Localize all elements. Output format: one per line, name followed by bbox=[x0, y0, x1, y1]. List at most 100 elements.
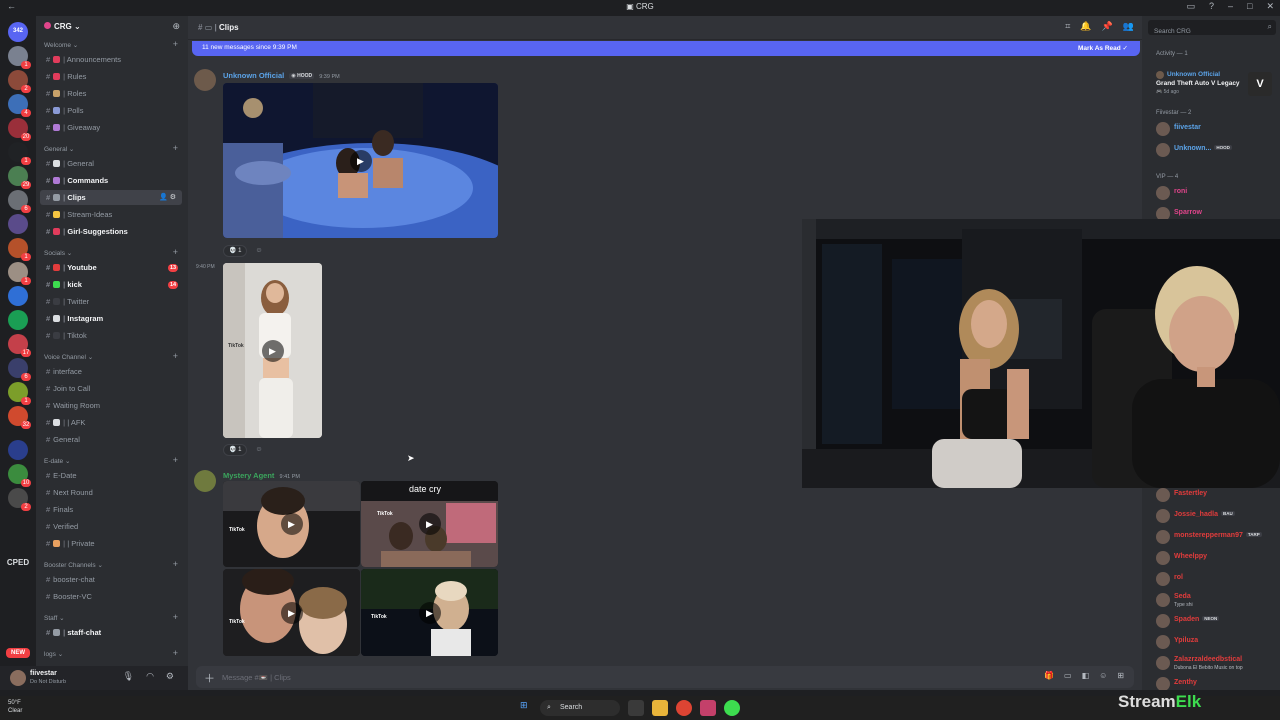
create-channel-icon[interactable]: + bbox=[173, 39, 178, 49]
play-icon[interactable]: ▶ bbox=[261, 339, 284, 362]
member-item[interactable]: fiivestar bbox=[1152, 120, 1276, 138]
video-attachment[interactable]: ▶ bbox=[223, 83, 498, 238]
member-item[interactable]: Zenthy bbox=[1152, 675, 1276, 690]
message-input[interactable] bbox=[222, 671, 982, 683]
avatar[interactable] bbox=[10, 670, 26, 686]
server-icon[interactable]: 1 bbox=[8, 46, 31, 69]
play-icon[interactable]: ▶ bbox=[418, 601, 441, 624]
member-item[interactable]: Unknown... HOOD bbox=[1152, 141, 1276, 159]
create-channel-icon[interactable]: + bbox=[173, 559, 178, 569]
server-icon[interactable] bbox=[8, 214, 28, 234]
server-icon[interactable]: 2 bbox=[8, 488, 31, 511]
close-icon[interactable]: ✕ bbox=[1266, 1, 1274, 12]
member-item[interactable]: Jossie_hadla BAU bbox=[1152, 507, 1276, 525]
channel-item[interactable]: # | Roles bbox=[40, 86, 182, 101]
settings-gear-icon[interactable]: ⚙ bbox=[170, 194, 176, 201]
server-icon[interactable] bbox=[8, 310, 28, 330]
emoji-icon[interactable]: ☺ bbox=[1099, 671, 1107, 680]
pin-icon[interactable]: 📌 bbox=[1102, 21, 1113, 32]
channel-item[interactable]: # | Announcements bbox=[40, 52, 182, 67]
channel-category[interactable]: Booster Channels ⌄ bbox=[44, 561, 103, 569]
channel-item[interactable]: # booster-chat bbox=[40, 572, 182, 587]
help-icon[interactable]: ? bbox=[1209, 1, 1214, 12]
create-channel-icon[interactable]: + bbox=[173, 612, 178, 622]
sticker-icon[interactable]: ◧ bbox=[1082, 671, 1090, 680]
server-icon[interactable]: 342 bbox=[8, 22, 28, 42]
reaction-skull[interactable]: 💀 1 bbox=[223, 245, 248, 257]
app-icon[interactable] bbox=[700, 700, 716, 716]
member-item[interactable]: Seda Type shi bbox=[1152, 591, 1276, 609]
video-attachment[interactable]: date cry TikTok ▶ bbox=[361, 481, 498, 567]
search-icon[interactable]: ⌕ bbox=[1268, 22, 1272, 32]
channel-item[interactable]: # | Youtube 13 bbox=[40, 260, 182, 275]
threads-icon[interactable]: ⌗ bbox=[1065, 21, 1070, 32]
channel-item[interactable]: # | | AFK bbox=[40, 415, 182, 430]
message-author[interactable]: Unknown Official bbox=[223, 71, 284, 80]
task-view-icon[interactable] bbox=[628, 700, 644, 716]
add-reaction-icon[interactable]: ☺ bbox=[253, 444, 265, 456]
member-item[interactable]: Zalazrzaldeedbstical Dubona El Bebito Mus… bbox=[1152, 654, 1276, 672]
inbox-icon[interactable]: ▭ bbox=[1186, 1, 1195, 12]
server-icon[interactable]: 1 bbox=[8, 142, 31, 165]
channel-item[interactable]: # | Polls bbox=[40, 103, 182, 118]
member-item[interactable]: rol bbox=[1152, 570, 1276, 588]
gift-icon[interactable]: 🎁 bbox=[1044, 671, 1054, 680]
notification-bell-icon[interactable]: 🔔 bbox=[1080, 21, 1091, 32]
channel-item[interactable]: # | Rules bbox=[40, 69, 182, 84]
channel-item[interactable]: # interface bbox=[40, 364, 182, 379]
gif-icon[interactable]: ▭ bbox=[1064, 671, 1072, 680]
member-item[interactable]: Spaden NEON bbox=[1152, 612, 1276, 630]
add-attachment-icon[interactable]: ＋ bbox=[204, 670, 215, 686]
invite-icon[interactable]: 👤 bbox=[159, 194, 170, 201]
channel-item[interactable]: # | Commands bbox=[40, 173, 182, 188]
channel-item[interactable]: # Verified bbox=[40, 519, 182, 534]
channel-item[interactable]: # Next Round bbox=[40, 485, 182, 500]
server-icon[interactable]: 1 bbox=[8, 238, 31, 261]
member-item[interactable]: monsterepperman97 TARP bbox=[1152, 528, 1276, 546]
channel-item[interactable]: # General bbox=[40, 432, 182, 447]
channel-item[interactable]: # Waiting Room bbox=[40, 398, 182, 413]
chrome-icon[interactable] bbox=[676, 700, 692, 716]
server-icon[interactable]: 17 bbox=[8, 334, 31, 357]
channel-category[interactable]: logs ⌄ bbox=[44, 650, 63, 658]
server-icon[interactable] bbox=[8, 286, 28, 306]
channel-item[interactable]: # | Giveaway bbox=[40, 120, 182, 135]
create-channel-icon[interactable]: + bbox=[173, 648, 178, 658]
channel-category[interactable]: Staff ⌄ bbox=[44, 614, 65, 622]
minimize-icon[interactable]: – bbox=[1228, 1, 1233, 12]
server-icon[interactable]: 4 bbox=[8, 94, 31, 117]
channel-item[interactable]: # | Stream-Ideas bbox=[40, 207, 182, 222]
channel-category[interactable]: E-date ⌄ bbox=[44, 457, 70, 465]
add-member-icon[interactable]: ⊕ bbox=[172, 21, 180, 32]
play-icon[interactable]: ▶ bbox=[280, 513, 303, 535]
file-explorer-icon[interactable] bbox=[652, 700, 668, 716]
channel-item[interactable]: # | Clips 👤 ⚙ bbox=[40, 190, 182, 205]
windows-start-icon[interactable]: ⊞ bbox=[520, 700, 528, 711]
channel-item[interactable]: # | Twitter bbox=[40, 294, 182, 309]
channel-item[interactable]: # Booster-VC bbox=[40, 589, 182, 604]
channel-item[interactable]: # Finals bbox=[40, 502, 182, 517]
avatar[interactable] bbox=[194, 69, 216, 91]
server-icon[interactable]: 1 bbox=[8, 382, 31, 405]
create-channel-icon[interactable]: + bbox=[173, 351, 178, 361]
server-icon[interactable]: 20 bbox=[8, 118, 31, 141]
channel-category[interactable]: Socials ⌄ bbox=[44, 249, 72, 257]
reaction-skull[interactable]: 💀 1 bbox=[223, 444, 248, 456]
channel-item[interactable]: # E-Date bbox=[40, 468, 182, 483]
server-icon[interactable]: 1 bbox=[8, 262, 31, 285]
server-icon[interactable]: 2 bbox=[8, 70, 31, 93]
member-item[interactable]: Fastertley bbox=[1152, 486, 1276, 504]
headphones-icon[interactable]: ◠ bbox=[146, 671, 154, 682]
mark-as-read-button[interactable]: Mark As Read ✓ bbox=[1078, 44, 1128, 52]
server-icon[interactable]: 29 bbox=[8, 166, 31, 189]
channel-category[interactable]: Voice Channel ⌄ bbox=[44, 353, 93, 361]
channel-item[interactable]: # | staff-chat bbox=[40, 625, 182, 640]
microphone-icon[interactable]: 🎙 bbox=[123, 671, 134, 682]
channel-item[interactable]: # | kick 14 bbox=[40, 277, 182, 292]
create-channel-icon[interactable]: + bbox=[173, 455, 178, 465]
video-attachment[interactable]: TikTok ▶ bbox=[223, 263, 322, 438]
play-icon[interactable]: ▶ bbox=[418, 513, 441, 535]
message-author[interactable]: Mystery Agent bbox=[223, 471, 274, 480]
channel-item[interactable]: # Join to Call bbox=[40, 381, 182, 396]
member-item[interactable]: Wheelppy bbox=[1152, 549, 1276, 567]
